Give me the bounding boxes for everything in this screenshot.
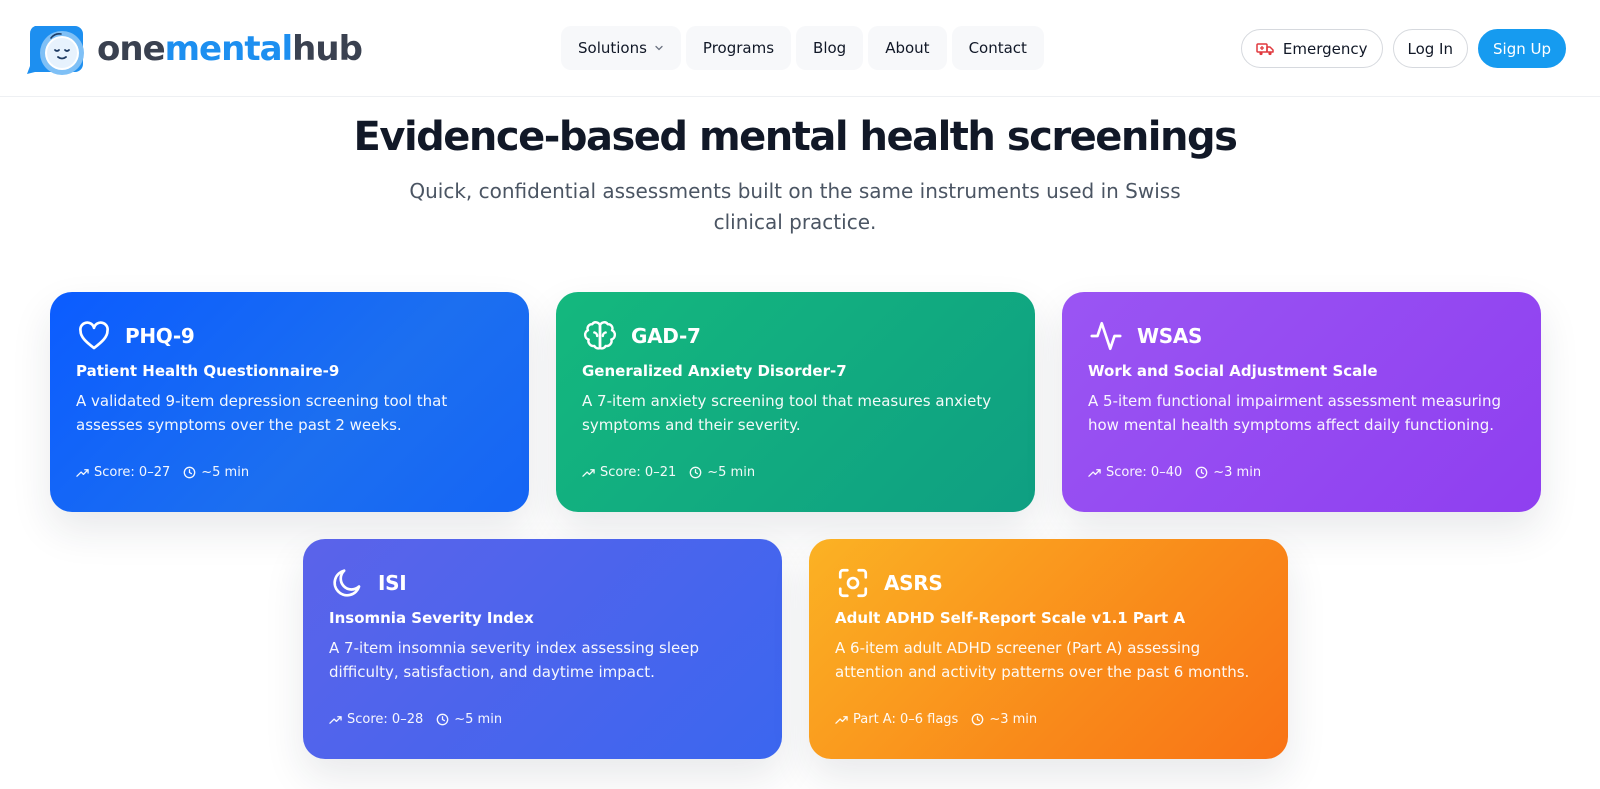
nav-programs[interactable]: Programs (685, 26, 792, 70)
screening-card-gad7[interactable]: GAD-7 Generalized Anxiety Disorder-7 A 7… (556, 292, 1035, 512)
card-meta: Score: 0–28 ~5 min (329, 712, 502, 727)
card-meta: Score: 0–27 ~5 min (76, 465, 249, 480)
score-range: Score: 0–21 (582, 465, 676, 480)
card-description: A validated 9-item depression screening … (76, 392, 448, 434)
header-actions: Emergency Log In Sign Up (1240, 29, 1566, 68)
trending-up-icon (582, 469, 595, 477)
duration-label: ~5 min (707, 465, 756, 480)
page-subtitle: Quick, confidential assessments built on… (409, 179, 1181, 234)
card-title: ASRS (884, 571, 943, 595)
clock-icon (689, 466, 702, 479)
score-label: Score: 0–27 (94, 465, 171, 480)
score-range: Score: 0–27 (76, 465, 170, 480)
site-header: onementalhub Solutions Programs Blog Abo… (0, 0, 1600, 97)
trending-up-icon (835, 716, 848, 724)
card-description: A 5-item functional impairment assessmen… (1088, 392, 1501, 434)
score-range: Part A: 0–6 flags (835, 712, 958, 727)
brain-icon (582, 318, 618, 354)
signup-button[interactable]: Sign Up (1478, 29, 1566, 68)
duration-label: ~5 min (201, 465, 250, 480)
card-meta: Score: 0–40 ~3 min (1088, 465, 1261, 480)
score-label: Score: 0–28 (347, 712, 424, 727)
login-button[interactable]: Log In (1392, 29, 1468, 68)
card-description: A 7-item anxiety screening tool that mea… (582, 392, 992, 434)
score-range: Score: 0–40 (1088, 465, 1182, 480)
nav-contact[interactable]: Contact (951, 26, 1044, 70)
screening-card-wsas[interactable]: WSAS Work and Social Adjustment Scale A … (1062, 292, 1541, 512)
focus-icon (835, 565, 871, 601)
screening-card-asrs[interactable]: ASRS Adult ADHD Self-Report Scale v1.1 P… (809, 539, 1288, 759)
card-title: PHQ-9 (125, 324, 195, 348)
brand-name: onementalhub (97, 29, 363, 69)
clock-icon (436, 713, 449, 726)
card-subtitle: Insomnia Severity Index (329, 609, 534, 627)
card-subtitle: Patient Health Questionnaire-9 (76, 362, 340, 380)
nav-solutions[interactable]: Solutions (561, 26, 681, 70)
screening-card-isi[interactable]: ISI Insomnia Severity Index A 7-item ins… (303, 539, 782, 759)
logo[interactable]: onementalhub (27, 22, 363, 76)
duration: ~3 min (1195, 465, 1261, 480)
moon-icon (329, 565, 365, 601)
nav-solutions-label: Solutions (578, 39, 647, 57)
emergency-label: Emergency (1282, 39, 1368, 58)
clock-icon (1195, 466, 1208, 479)
card-meta: Score: 0–21 ~5 min (582, 465, 755, 480)
score-label: Score: 0–40 (1106, 465, 1183, 480)
heart-icon (76, 318, 112, 354)
nav-blog[interactable]: Blog (796, 26, 864, 70)
card-subtitle: Adult ADHD Self-Report Scale v1.1 Part A (835, 609, 1186, 627)
duration: ~5 min (436, 712, 502, 727)
score-label: Part A: 0–6 flags (853, 712, 959, 727)
duration-label: ~3 min (1213, 465, 1262, 480)
emergency-button[interactable]: Emergency (1240, 29, 1383, 68)
ambulance-icon (1256, 42, 1274, 55)
duration-label: ~5 min (454, 712, 503, 727)
card-title: ISI (378, 571, 407, 595)
page-title: Evidence-based mental health screenings (353, 114, 1238, 160)
brand-hub: hub (292, 29, 363, 69)
activity-icon (1088, 318, 1124, 354)
screening-card-phq9[interactable]: PHQ-9 Patient Health Questionnaire-9 A v… (50, 292, 529, 512)
card-subtitle: Generalized Anxiety Disorder-7 (582, 362, 847, 380)
trending-up-icon (1088, 469, 1101, 477)
card-description: A 7-item insomnia severity index assessi… (329, 639, 699, 681)
duration: ~5 min (689, 465, 755, 480)
card-subtitle: Work and Social Adjustment Scale (1088, 362, 1378, 380)
nav-about[interactable]: About (868, 26, 947, 70)
logo-face-icon (27, 22, 95, 76)
clock-icon (971, 713, 984, 726)
card-title: GAD-7 (631, 324, 701, 348)
brand-one: one (97, 29, 166, 69)
trending-up-icon (76, 469, 89, 477)
clock-icon (183, 466, 196, 479)
duration: ~3 min (971, 712, 1037, 727)
chevron-down-icon (655, 45, 663, 51)
duration-label: ~3 min (989, 712, 1038, 727)
main-nav: Solutions Programs Blog About Contact (561, 26, 1044, 70)
score-range: Score: 0–28 (329, 712, 423, 727)
brand-mental: mental (164, 29, 294, 69)
card-title: WSAS (1137, 324, 1203, 348)
card-description: A 6-item adult ADHD screener (Part A) as… (835, 639, 1250, 681)
duration: ~5 min (183, 465, 249, 480)
trending-up-icon (329, 716, 342, 724)
card-meta: Part A: 0–6 flags ~3 min (835, 712, 1037, 727)
score-label: Score: 0–21 (600, 465, 677, 480)
